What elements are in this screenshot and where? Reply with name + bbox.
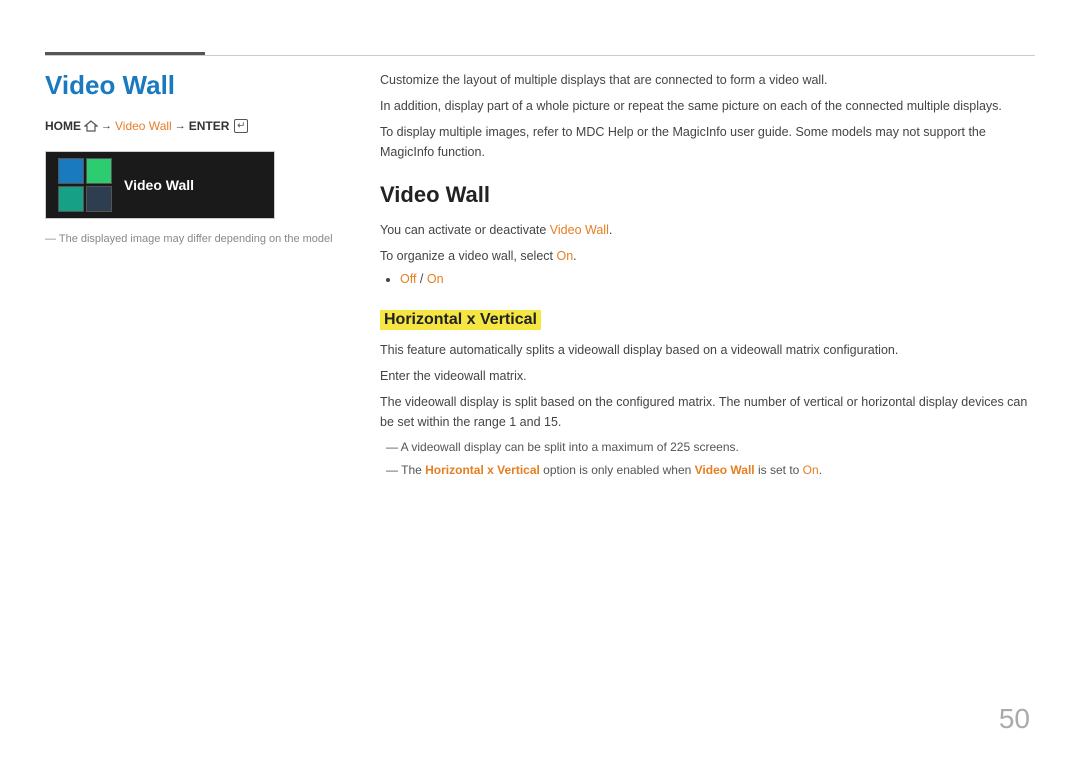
vw-link-note: Video Wall	[695, 463, 755, 477]
enter-icon	[234, 119, 248, 133]
icon-cell-green	[86, 158, 112, 184]
note-line-2: The Horizontal x Vertical option is only…	[380, 461, 1035, 480]
preview-label: Video Wall	[124, 177, 194, 193]
feature-text: This feature automatically splits a vide…	[380, 340, 1035, 361]
image-note: ― The displayed image may differ dependi…	[45, 233, 355, 245]
page-title: Video Wall	[45, 70, 355, 101]
section-title: Video Wall	[380, 182, 1035, 208]
activate-prefix: You can activate or deactivate	[380, 223, 550, 237]
icon-cell-teal	[58, 186, 84, 212]
breadcrumb-enter: ENTER	[189, 119, 230, 133]
on-link-note: On	[803, 463, 819, 477]
left-panel: Video Wall HOME → Video Wall → ENTER Vid…	[45, 70, 355, 245]
breadcrumb-arrow2: →	[175, 120, 186, 132]
preview-icon	[58, 158, 112, 212]
right-panel: Customize the layout of multiple display…	[380, 70, 1035, 484]
enter-matrix-text: Enter the videowall matrix.	[380, 366, 1035, 387]
activate-text: You can activate or deactivate Video Wal…	[380, 220, 1035, 241]
icon-cell-blue	[58, 158, 84, 184]
breadcrumb-arrow1: →	[101, 120, 112, 132]
subsection-title: Horizontal x Vertical	[380, 296, 1035, 340]
on-off-list: Off / On	[400, 272, 1035, 286]
preview-box: Video Wall	[45, 151, 275, 219]
horizontal-vertical-title: Horizontal x Vertical	[380, 310, 541, 330]
hv-link-note: Horizontal x Vertical	[425, 463, 540, 477]
intro-line-3: To display multiple images, refer to MDC…	[380, 122, 1035, 162]
organize-prefix: To organize a video wall, select	[380, 249, 556, 263]
top-divider	[45, 55, 1035, 56]
videowall-link: Video Wall	[550, 223, 609, 237]
split-text: The videowall display is split based on …	[380, 392, 1035, 433]
breadcrumb: HOME → Video Wall → ENTER	[45, 119, 355, 133]
on-off-item: Off / On	[400, 272, 1035, 286]
breadcrumb-videowall: Video Wall	[115, 119, 172, 133]
breadcrumb-home: HOME	[45, 119, 81, 133]
page-number: 50	[999, 703, 1030, 735]
intro-line-2: In addition, display part of a whole pic…	[380, 96, 1035, 116]
note-line-1: A videowall display can be split into a …	[380, 438, 1035, 457]
off-option: Off	[400, 272, 416, 286]
on-link: On	[556, 249, 573, 263]
intro-line-1: Customize the layout of multiple display…	[380, 70, 1035, 90]
note-1-text: A videowall display can be split into a …	[401, 440, 739, 454]
icon-cell-dark	[86, 186, 112, 212]
home-icon	[84, 120, 98, 132]
activate-suffix: .	[609, 223, 612, 237]
on-option: On	[427, 272, 444, 286]
organize-suffix: .	[573, 249, 576, 263]
organize-text: To organize a video wall, select On.	[380, 246, 1035, 267]
